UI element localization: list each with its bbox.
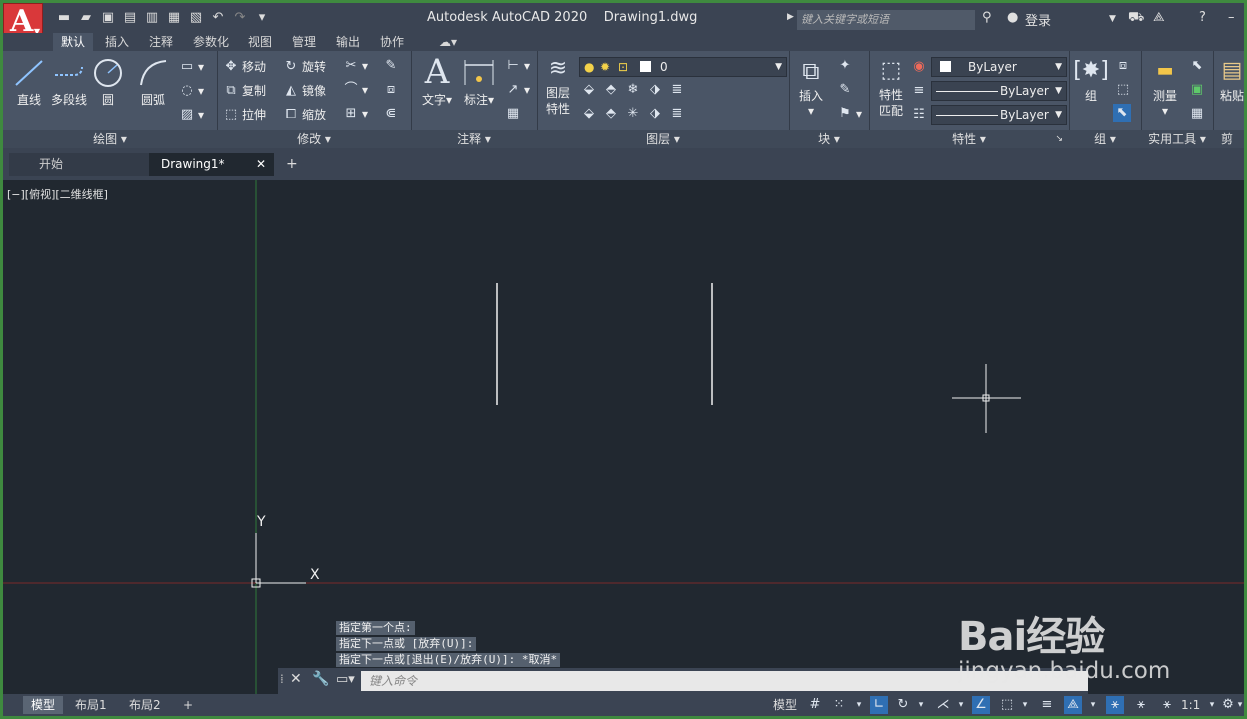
isodraft-dropdown-icon[interactable]: ▾ <box>952 696 970 714</box>
grip-icon[interactable]: ⁞ <box>280 672 284 686</box>
auto-scale-icon[interactable]: ⚹ <box>1132 696 1150 714</box>
layout-tab-model[interactable]: 模型 <box>23 696 64 714</box>
ucs-x-label: X <box>310 567 320 583</box>
grid-icon[interactable]: # <box>806 696 824 714</box>
command-history-line: 指定第一个点: <box>336 621 415 635</box>
close-command-line-icon[interactable]: ✕ <box>290 671 302 687</box>
selection-cycling-icon[interactable]: ⟁ <box>1064 696 1082 714</box>
command-history-line: 指定下一点或 [放弃(U)]: <box>336 637 477 651</box>
recent-commands-icon[interactable]: ▭▾ <box>336 672 355 687</box>
polar-dropdown-icon[interactable]: ▾ <box>912 696 930 714</box>
snap-icon[interactable]: ⁙ <box>830 696 848 714</box>
polar-tracking-icon[interactable]: ↻ <box>894 696 912 714</box>
selection-dropdown-icon[interactable]: ▾ <box>1084 696 1102 714</box>
baidu-watermark-url: jingyan.baidu.com <box>958 658 1171 684</box>
workspace-dropdown-icon[interactable]: ▾ <box>1235 696 1245 714</box>
ucs-icon <box>251 533 306 588</box>
model-space-button[interactable]: 模型 <box>769 696 801 714</box>
annotation-scale-button[interactable]: 1:1 <box>1177 696 1204 714</box>
lineweight-toggle-icon[interactable]: ≡ <box>1038 696 1056 714</box>
baidu-watermark-logo: Bai经验 <box>958 614 1105 660</box>
object-snap-tracking-icon[interactable]: ∠ <box>972 696 990 714</box>
status-bar: 模型 布局1 布局2 + 模型 # ⁙ ▾ ∟ ↻ ▾ ⋌ ▾ ∠ ⬚ ▾ ≡ … <box>3 694 1244 716</box>
customize-wrench-icon[interactable]: 🔧 <box>312 671 329 687</box>
object-snap-icon[interactable]: ⬚ <box>998 696 1016 714</box>
layout-tab-layout2[interactable]: 布局2 <box>121 696 169 714</box>
layout-tab-layout1[interactable]: 布局1 <box>67 696 115 714</box>
snap-dropdown-icon[interactable]: ▾ <box>850 696 868 714</box>
viewport-controls[interactable]: [−][俯视][二维线框] <box>7 186 108 202</box>
ucs-y-label: Y <box>257 514 266 530</box>
command-history-line: 指定下一点或[退出(E)/放弃(U)]: *取消* <box>336 653 561 667</box>
annotation-visibility-icon[interactable]: ⚹ <box>1106 696 1124 714</box>
ortho-icon[interactable]: ∟ <box>870 696 888 714</box>
add-layout-icon[interactable]: + <box>175 696 201 714</box>
crosshair-cursor-icon <box>952 364 1021 433</box>
annotation-scale-icon[interactable]: ⚹ <box>1158 696 1176 714</box>
isodraft-icon[interactable]: ⋌ <box>934 696 952 714</box>
object-snap-dropdown-icon[interactable]: ▾ <box>1016 696 1034 714</box>
